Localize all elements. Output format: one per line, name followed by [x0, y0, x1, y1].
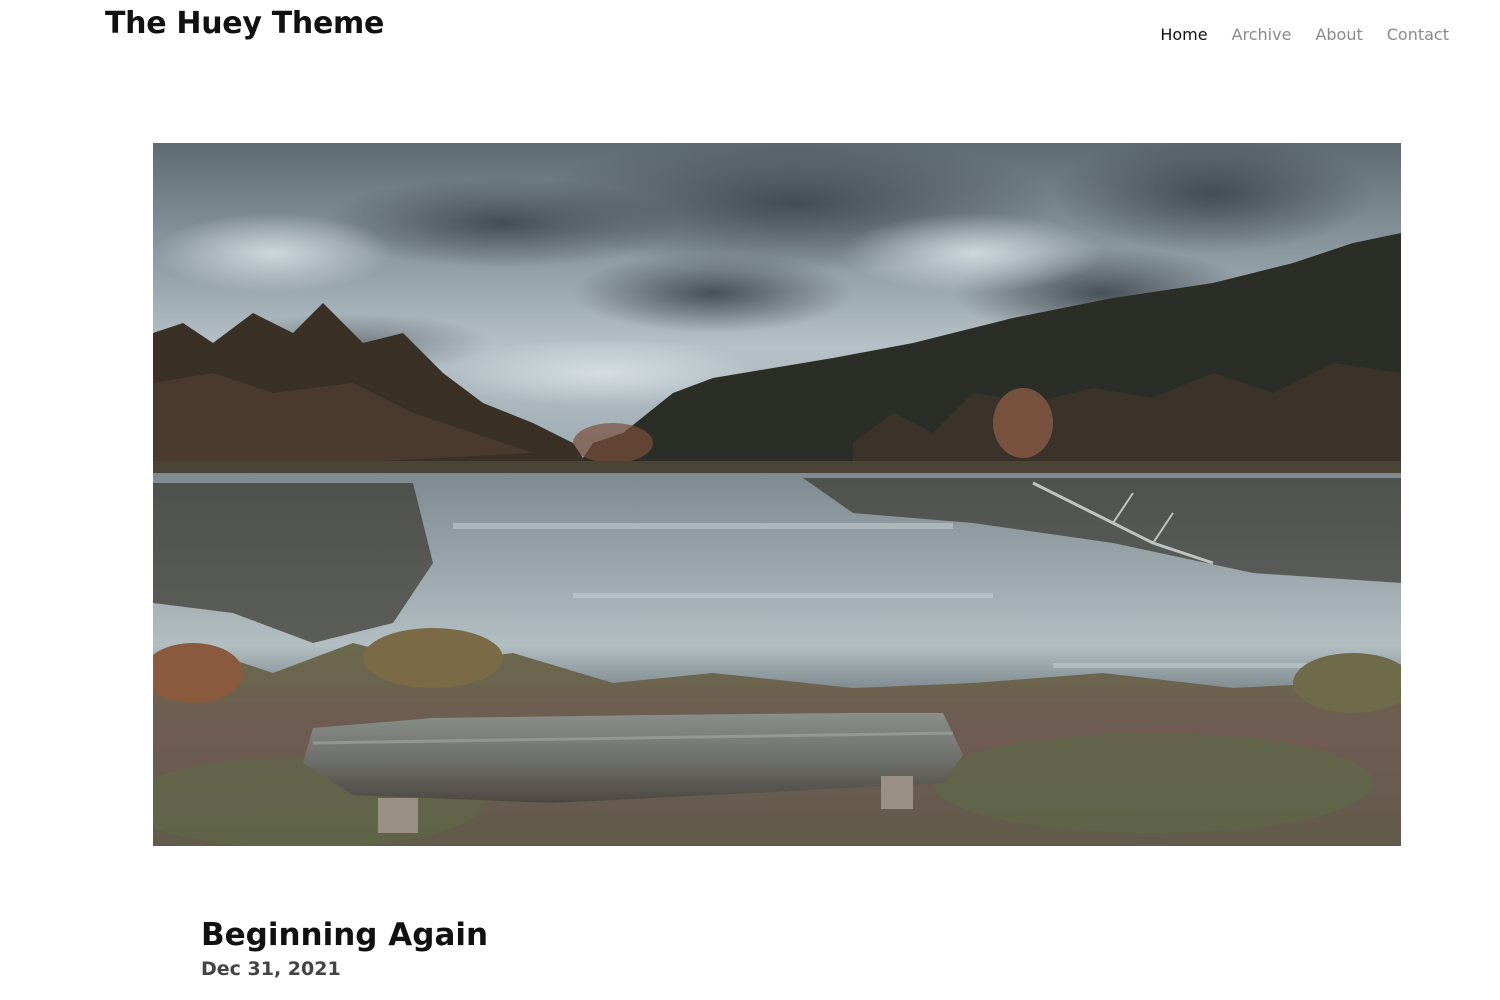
post-title[interactable]: Beginning Again	[201, 914, 488, 956]
featured-image[interactable]	[153, 143, 1401, 846]
main-nav: Home Archive About Contact	[1160, 24, 1449, 46]
nav-item-contact[interactable]: Contact	[1387, 24, 1449, 46]
nav-item-archive[interactable]: Archive	[1232, 24, 1292, 46]
nav-item-about[interactable]: About	[1315, 24, 1362, 46]
post-date: Dec 31, 2021	[201, 958, 341, 980]
nav-item-home[interactable]: Home	[1160, 24, 1207, 46]
site-header: The Huey Theme Home Archive About Contac…	[0, 0, 1500, 70]
lake-landscape-photo	[153, 143, 1401, 846]
site-title[interactable]: The Huey Theme	[105, 4, 384, 44]
